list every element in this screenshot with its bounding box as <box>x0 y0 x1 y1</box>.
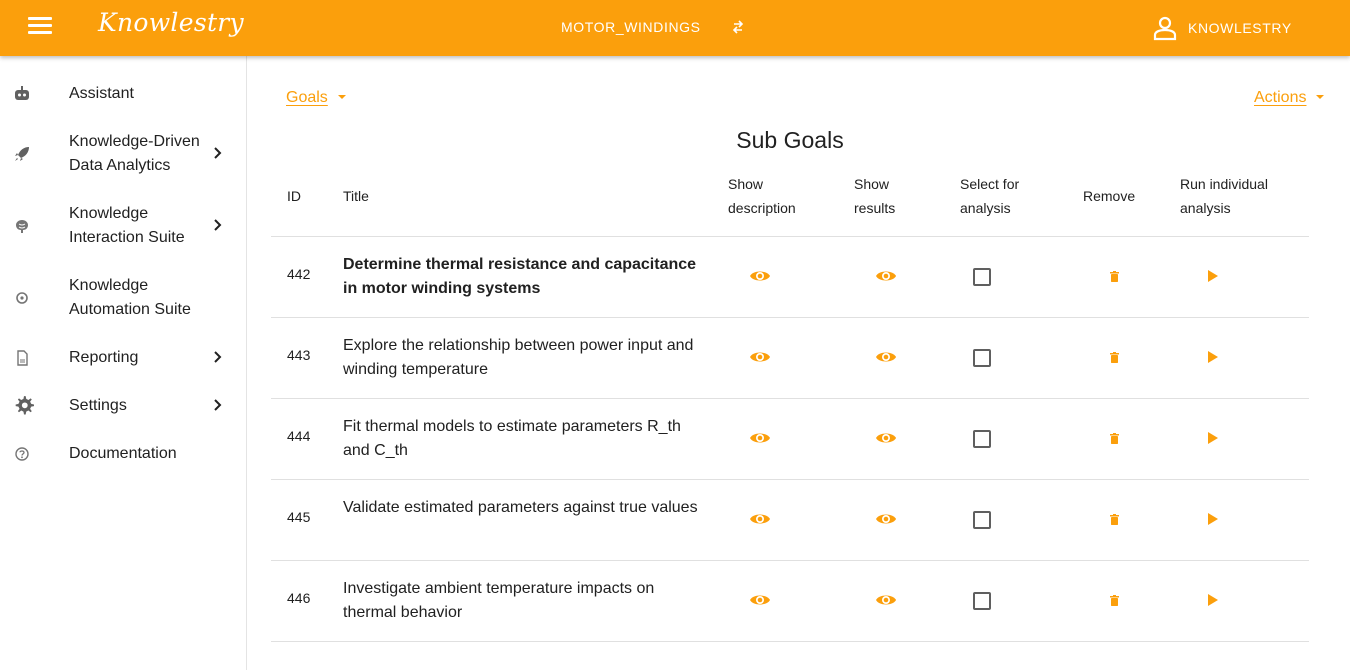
column-header-show-results: Show results <box>854 176 896 216</box>
goal-id: 446 <box>287 590 311 606</box>
goal-title[interactable]: Explore the relationship between power i… <box>343 334 703 382</box>
page-title: Sub Goals <box>736 127 844 153</box>
top-app-bar: Knowlestry MOTOR_WINDINGS KNOWLESTRY <box>0 0 1350 56</box>
cog-automation-icon <box>16 292 28 304</box>
goal-title[interactable]: Fit thermal models to estimate parameter… <box>343 415 703 463</box>
document-icon <box>17 350 28 366</box>
sidebar-item-label: Reporting <box>69 349 139 366</box>
run-analysis-play-icon[interactable] <box>1207 431 1219 445</box>
show-description-eye-icon[interactable] <box>749 511 771 527</box>
goal-title[interactable]: Investigate ambient temperature impacts … <box>343 577 703 625</box>
table-row: 442 Determine thermal resistance and cap… <box>271 237 1309 317</box>
show-description-eye-icon[interactable] <box>749 268 771 284</box>
remove-trash-icon[interactable] <box>1110 595 1119 606</box>
table-row: 445 Validate estimated parameters agains… <box>271 480 1309 560</box>
show-description-eye-icon[interactable] <box>749 430 771 446</box>
show-results-eye-icon[interactable] <box>875 511 897 527</box>
sidebar-item-reporting[interactable]: Reporting <box>0 342 246 374</box>
column-header-remove: Remove <box>1083 188 1136 204</box>
app-logo[interactable]: Knowlestry <box>98 8 244 37</box>
run-analysis-play-icon[interactable] <box>1207 269 1219 283</box>
remove-trash-icon[interactable] <box>1110 514 1119 525</box>
remove-trash-icon[interactable] <box>1110 352 1119 363</box>
gear-icon <box>15 396 34 415</box>
column-header-run-individual-analysis: Run individual analysis <box>1180 176 1268 216</box>
chevron-right-icon <box>214 399 222 411</box>
remove-trash-icon[interactable] <box>1110 271 1119 282</box>
sidebar-item-documentation[interactable]: Documentation <box>0 438 246 470</box>
account-icon[interactable] <box>1153 15 1177 41</box>
help-circle-icon <box>15 447 29 461</box>
show-results-eye-icon[interactable] <box>875 268 897 284</box>
sidebar-item-label: Settings <box>69 397 127 414</box>
goals-caret-icon <box>338 95 346 99</box>
brain-icon <box>16 220 28 233</box>
sidebar-item-assistant[interactable]: Assistant <box>0 78 246 110</box>
user-name[interactable]: KNOWLESTRY <box>1188 20 1292 36</box>
table-row: 444 Fit thermal models to estimate param… <box>271 399 1309 479</box>
sidebar-item-label: Assistant <box>69 85 134 102</box>
goal-id: 442 <box>287 266 311 282</box>
sidebar-item-label: Documentation <box>69 445 177 462</box>
run-analysis-play-icon[interactable] <box>1207 350 1219 364</box>
chevron-right-icon <box>214 351 222 363</box>
show-description-eye-icon[interactable] <box>749 349 771 365</box>
sidebar-item-settings[interactable]: Settings <box>0 390 246 422</box>
run-analysis-play-icon[interactable] <box>1207 593 1219 607</box>
robot-icon <box>15 86 29 100</box>
row-divider <box>271 641 1309 642</box>
column-header-show-description: Show description <box>728 176 796 216</box>
chevron-right-icon <box>214 219 222 231</box>
select-for-analysis-checkbox[interactable] <box>973 592 991 610</box>
goal-id: 443 <box>287 347 311 363</box>
column-header-id: ID <box>287 188 301 204</box>
goals-dropdown[interactable]: Goals <box>286 89 328 107</box>
remove-trash-icon[interactable] <box>1110 433 1119 444</box>
goal-id: 444 <box>287 428 311 444</box>
show-description-eye-icon[interactable] <box>749 592 771 608</box>
sidebar-item-automation-suite[interactable]: Knowledge Automation Suite <box>0 270 246 326</box>
run-analysis-play-icon[interactable] <box>1207 512 1219 526</box>
goal-id: 445 <box>287 509 311 525</box>
select-for-analysis-checkbox[interactable] <box>973 511 991 529</box>
goal-title[interactable]: Validate estimated parameters against tr… <box>343 496 703 520</box>
show-results-eye-icon[interactable] <box>875 430 897 446</box>
select-for-analysis-checkbox[interactable] <box>973 349 991 367</box>
sidebar-item-interaction-suite[interactable]: Knowledge Interaction Suite <box>0 198 246 254</box>
swap-project-icon[interactable] <box>731 19 745 35</box>
goal-title[interactable]: Determine thermal resistance and capacit… <box>343 253 703 301</box>
project-name: MOTOR_WINDINGS <box>561 19 701 35</box>
actions-caret-icon <box>1316 95 1324 99</box>
show-results-eye-icon[interactable] <box>875 592 897 608</box>
table-row: 446 Investigate ambient temperature impa… <box>271 561 1309 641</box>
select-for-analysis-checkbox[interactable] <box>973 268 991 286</box>
sidebar-item-label: Knowledge Interaction Suite <box>69 205 185 246</box>
table-row: 443 Explore the relationship between pow… <box>271 318 1309 398</box>
actions-dropdown[interactable]: Actions <box>1254 89 1306 107</box>
show-results-eye-icon[interactable] <box>875 349 897 365</box>
select-for-analysis-checkbox[interactable] <box>973 430 991 448</box>
sidebar-item-label: Knowledge Automation Suite <box>69 277 191 318</box>
column-header-title: Title <box>343 188 369 204</box>
column-header-select-for-analysis: Select for analysis <box>960 176 1020 216</box>
hamburger-menu-icon[interactable] <box>28 17 52 39</box>
